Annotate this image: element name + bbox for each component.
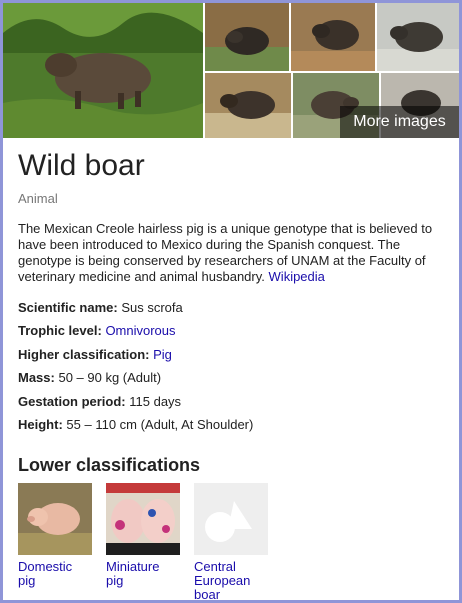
fact-mass: Mass: 50 – 90 kg (Adult)	[18, 366, 448, 389]
wikipedia-link[interactable]: Wikipedia	[269, 269, 325, 284]
lower-classification-label[interactable]: Miniature pig	[106, 560, 180, 588]
fact-higher-classification: Higher classification: Pig	[18, 343, 448, 366]
fact-label: Scientific name:	[18, 300, 118, 315]
facts-list: Scientific name: Sus scrofa Trophic leve…	[18, 296, 448, 436]
fact-label: Height:	[18, 416, 63, 432]
gallery-image-4[interactable]	[377, 3, 459, 71]
domestic-pig-thumbnail[interactable]	[18, 483, 92, 555]
image-gallery: More images	[3, 3, 459, 138]
fact-value: 50 – 90 kg (Adult)	[58, 370, 162, 386]
fact-value-link[interactable]: Omnivorous	[105, 323, 175, 338]
fact-value: 115 days	[129, 393, 182, 409]
entity-title: Wild boar	[18, 149, 145, 182]
lower-classifications-heading: Lower classifications	[18, 455, 201, 475]
lower-classification-miniature-pig[interactable]: Miniature pig	[106, 483, 180, 588]
lower-classification-label[interactable]: Central European boar	[194, 560, 268, 601]
fact-height: Height: 55 – 110 cm (Adult, At Shoulder)	[18, 413, 448, 436]
fact-label: Gestation period:	[18, 393, 126, 409]
miniature-pig-thumbnail[interactable]	[106, 483, 180, 555]
fact-value: 55 – 110 cm (Adult, At Shoulder)	[66, 416, 254, 432]
fact-scientific-name: Scientific name: Sus scrofa	[18, 296, 448, 319]
entity-type: Animal	[18, 191, 58, 206]
fact-label: Mass:	[18, 370, 55, 386]
gallery-image-5[interactable]	[205, 73, 291, 138]
gallery-image-2[interactable]	[205, 3, 289, 71]
placeholder-image-icon[interactable]	[194, 483, 268, 555]
description-text: The Mexican Creole hairless pig is a uni…	[18, 221, 433, 284]
fact-label: Higher classification:	[18, 346, 150, 362]
more-images-button[interactable]: More images	[340, 106, 459, 138]
gallery-image-main[interactable]	[3, 3, 203, 138]
fact-label: Trophic level:	[18, 323, 102, 339]
fact-value-link[interactable]: Pig	[153, 347, 172, 362]
knowledge-panel: More images Wild boar Animal The Mexican…	[0, 0, 462, 603]
fact-gestation-period: Gestation period: 115 days	[18, 390, 448, 413]
lower-classification-central-european-boar[interactable]: Central European boar	[194, 483, 268, 601]
fact-value: Sus scrofa	[121, 300, 183, 315]
lower-classification-domestic-pig[interactable]: Domestic pig	[18, 483, 92, 588]
lower-classification-label[interactable]: Domestic pig	[18, 560, 92, 588]
lower-classifications-list: Domestic pig Miniature pig Central Europ…	[18, 483, 448, 601]
fact-trophic-level: Trophic level: Omnivorous	[18, 319, 448, 342]
gallery-image-3[interactable]	[291, 3, 375, 71]
entity-description: The Mexican Creole hairless pig is a uni…	[18, 221, 446, 285]
